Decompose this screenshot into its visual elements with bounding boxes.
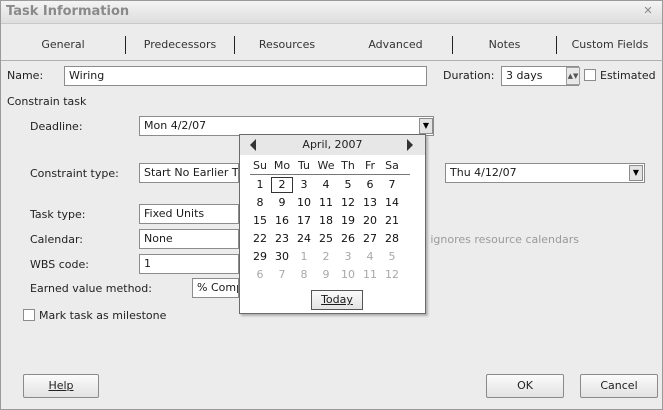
date-picker-header: April, 2007 xyxy=(240,135,425,155)
weekday-header: Su xyxy=(253,159,267,172)
calendar-day[interactable]: 30 xyxy=(271,249,293,265)
calendar-day[interactable]: 8 xyxy=(293,267,315,283)
today-button[interactable]: Today xyxy=(311,290,363,310)
calendar-day[interactable]: 10 xyxy=(337,267,359,283)
milestone-checkbox[interactable] xyxy=(23,309,35,321)
weekday-header: Fr xyxy=(364,159,376,172)
help-button-label: Help xyxy=(48,379,74,392)
weekday-header: We xyxy=(317,159,335,172)
calendar-day[interactable]: 12 xyxy=(337,195,359,211)
calendar-day[interactable]: 2 xyxy=(315,249,337,265)
calendar-day[interactable]: 16 xyxy=(271,213,293,229)
help-button[interactable]: Help xyxy=(23,374,99,398)
wbs-code-label: WBS code: xyxy=(30,258,89,271)
tab-strip: General Predecessors Resources Advanced … xyxy=(1,32,663,58)
calendar-day[interactable]: 1 xyxy=(293,249,315,265)
name-label: Name: xyxy=(7,69,44,82)
calendar-select[interactable]: None xyxy=(139,229,239,249)
calendar-day[interactable]: 27 xyxy=(359,231,381,247)
calendar-day[interactable]: 3 xyxy=(337,249,359,265)
constrain-task-heading: Constrain task xyxy=(7,95,87,108)
calendar-day[interactable]: 7 xyxy=(271,267,293,283)
title-bar: Task Information ✕ xyxy=(1,1,662,24)
today-button-label: Today xyxy=(321,293,353,306)
weekday-header: Mo xyxy=(273,159,291,172)
calendar-day[interactable]: 11 xyxy=(315,195,337,211)
month-year-label: April, 2007 xyxy=(302,138,363,151)
deadline-dropdown-button[interactable]: ▼ xyxy=(419,118,433,134)
tab-custom-fields[interactable]: Custom Fields xyxy=(557,32,663,58)
constraint-type-label: Constraint type: xyxy=(30,167,119,180)
calendar-day[interactable]: 6 xyxy=(359,177,381,193)
calendar-day[interactable]: 25 xyxy=(315,231,337,247)
constraint-date-input[interactable]: Thu 4/12/07 xyxy=(445,163,645,183)
calendar-day[interactable]: 4 xyxy=(315,177,337,193)
calendar-day[interactable]: 26 xyxy=(337,231,359,247)
duration-spinner[interactable]: ▲▼ xyxy=(566,67,580,85)
dialog-title: Task Information xyxy=(6,4,130,19)
ok-button-label: OK xyxy=(517,379,533,392)
calendar-day[interactable]: 14 xyxy=(381,195,403,211)
weekday-header: Th xyxy=(341,159,355,172)
calendar-day-selected[interactable]: 2 xyxy=(271,177,293,193)
cancel-button-label: Cancel xyxy=(600,379,638,392)
deadline-label: Deadline: xyxy=(30,120,83,133)
wbs-code-input[interactable]: 1 xyxy=(139,254,239,274)
weekday-divider xyxy=(250,174,410,175)
constraint-date-dropdown-button[interactable]: ▼ xyxy=(629,165,643,181)
calendar-day[interactable]: 6 xyxy=(249,267,271,283)
calendar-day[interactable]: 5 xyxy=(337,177,359,193)
calendar-day[interactable]: 23 xyxy=(271,231,293,247)
calendar-day[interactable]: 22 xyxy=(249,231,271,247)
cancel-button[interactable]: Cancel xyxy=(580,374,658,398)
weekday-header: Tu xyxy=(297,159,311,172)
task-type-select[interactable]: Fixed Units xyxy=(139,204,239,224)
calendar-day[interactable]: 13 xyxy=(359,195,381,211)
calendar-day[interactable]: 12 xyxy=(381,267,403,283)
scheduling-ignores-resource-calendars-label: Scheduling ignores resource calendars xyxy=(425,233,579,246)
calendar-day[interactable]: 3 xyxy=(293,177,315,193)
calendar-day[interactable]: 1 xyxy=(249,177,271,193)
calendar-day[interactable]: 20 xyxy=(359,213,381,229)
calendar-day[interactable]: 9 xyxy=(271,195,293,211)
date-picker-popup: April, 2007 Su Mo Tu We Th Fr Sa 1234567… xyxy=(239,134,426,314)
weekday-header: Sa xyxy=(385,159,399,172)
calendar-day[interactable]: 10 xyxy=(293,195,315,211)
calendar-day[interactable]: 28 xyxy=(381,231,403,247)
calendar-day[interactable]: 5 xyxy=(381,249,403,265)
close-icon[interactable]: ✕ xyxy=(640,4,656,18)
task-information-dialog: Task Information ✕ General Predecessors … xyxy=(0,0,663,410)
tab-advanced[interactable]: Advanced xyxy=(339,32,452,58)
calendar-day[interactable]: 19 xyxy=(337,213,359,229)
tab-general[interactable]: General xyxy=(1,32,125,58)
tab-predecessors[interactable]: Predecessors xyxy=(126,32,234,58)
tab-resources[interactable]: Resources xyxy=(235,32,339,58)
calendar-day[interactable]: 24 xyxy=(293,231,315,247)
name-input[interactable]: Wiring xyxy=(64,66,427,86)
duration-label: Duration: xyxy=(443,69,495,82)
calendar-day[interactable]: 21 xyxy=(381,213,403,229)
calendar-label: Calendar: xyxy=(30,233,83,246)
calendar-day[interactable]: 4 xyxy=(359,249,381,265)
estimated-label: Estimated xyxy=(600,69,656,82)
calendar-day[interactable]: 9 xyxy=(315,267,337,283)
calendar-day[interactable]: 29 xyxy=(249,249,271,265)
next-month-arrow-icon[interactable] xyxy=(407,139,413,151)
calendar-day[interactable]: 15 xyxy=(249,213,271,229)
estimated-checkbox[interactable] xyxy=(584,69,596,81)
earned-value-method-label: Earned value method: xyxy=(30,282,152,295)
calendar-day[interactable]: 8 xyxy=(249,195,271,211)
task-type-label: Task type: xyxy=(30,208,86,221)
earned-value-method-select[interactable]: % Complete xyxy=(192,278,239,298)
ok-button[interactable]: OK xyxy=(486,374,564,398)
milestone-label: Mark task as milestone xyxy=(39,309,167,322)
calendar-day[interactable]: 17 xyxy=(293,213,315,229)
tab-notes[interactable]: Notes xyxy=(453,32,556,58)
calendar-day[interactable]: 7 xyxy=(381,177,403,193)
calendar-day[interactable]: 18 xyxy=(315,213,337,229)
constraint-type-select[interactable]: Start No Earlier Than xyxy=(139,163,239,183)
calendar-day[interactable]: 11 xyxy=(359,267,381,283)
tab-underline xyxy=(1,60,663,61)
deadline-input[interactable]: Mon 4/2/07 xyxy=(139,116,434,136)
